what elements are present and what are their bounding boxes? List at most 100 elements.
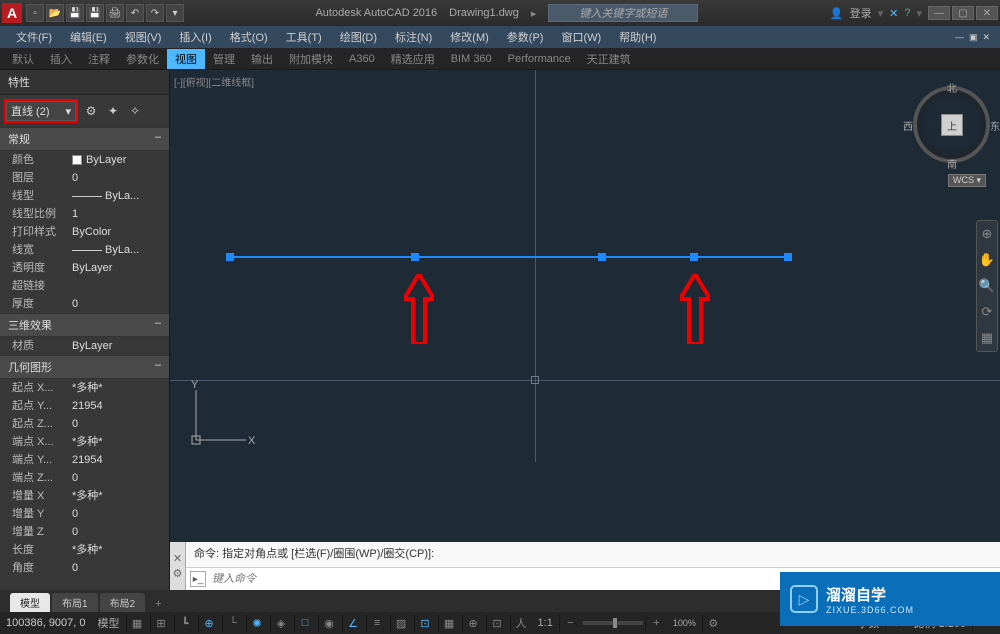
zoom-extents-icon[interactable]: 🔍 bbox=[977, 273, 997, 299]
property-row[interactable]: 增量 Y0 bbox=[0, 505, 169, 523]
ribbon-tab[interactable]: A360 bbox=[341, 51, 383, 67]
command-prompt-icon[interactable]: ▸_ bbox=[190, 571, 206, 587]
inferconstraint-icon[interactable]: ┗ bbox=[174, 614, 196, 632]
property-row[interactable]: 起点 Z...0 bbox=[0, 415, 169, 433]
property-value[interactable]: *多种* bbox=[72, 489, 169, 503]
menu-item[interactable]: 参数(P) bbox=[499, 27, 552, 47]
drawing-canvas[interactable]: [-][俯视][二维线框] X Y bbox=[170, 70, 1000, 590]
property-row[interactable]: 线型比例1 bbox=[0, 205, 169, 223]
property-row[interactable]: 透明度ByLayer bbox=[0, 259, 169, 277]
layout-tab[interactable]: 模型 bbox=[10, 593, 50, 612]
layout-tab[interactable]: 布局2 bbox=[100, 593, 146, 612]
property-value[interactable]: 21954 bbox=[72, 453, 169, 467]
menu-item[interactable]: 插入(I) bbox=[171, 27, 219, 47]
property-row[interactable]: 图层0 bbox=[0, 169, 169, 187]
search-input[interactable]: 键入关键字或短语 bbox=[548, 4, 698, 22]
grip-midpoint[interactable] bbox=[411, 253, 419, 261]
ribbon-tab[interactable]: 管理 bbox=[205, 49, 243, 69]
selected-line[interactable] bbox=[230, 256, 788, 258]
lineweight-icon[interactable]: ≡ bbox=[366, 614, 388, 632]
ribbon-tab[interactable]: 参数化 bbox=[118, 49, 167, 69]
orbit-icon[interactable]: ⟳ bbox=[977, 299, 997, 325]
property-value[interactable]: *多种* bbox=[72, 381, 169, 395]
close-icon[interactable]: ✕ bbox=[173, 552, 182, 565]
qat-new-icon[interactable]: ▫ bbox=[26, 4, 44, 22]
ribbon-tab[interactable]: 视图 bbox=[167, 49, 205, 69]
quickprops-icon[interactable]: ▦ bbox=[438, 614, 460, 632]
ribbon-tab[interactable]: 输出 bbox=[243, 49, 281, 69]
menu-item[interactable]: 工具(T) bbox=[278, 27, 330, 47]
doc-minimize-button[interactable]: — bbox=[953, 32, 966, 43]
grid-icon[interactable]: ▦ bbox=[126, 614, 148, 632]
property-row[interactable]: 打印样式ByColor bbox=[0, 223, 169, 241]
qat-open-icon[interactable]: 📂 bbox=[46, 4, 64, 22]
ortho-icon[interactable]: └ bbox=[222, 614, 244, 632]
section-general[interactable]: 常规– bbox=[0, 127, 169, 151]
ribbon-tab[interactable]: BIM 360 bbox=[443, 51, 500, 67]
ribbon-tab[interactable]: 精选应用 bbox=[383, 49, 443, 69]
qat-saveas-icon[interactable]: 💾 bbox=[86, 4, 104, 22]
settings-icon[interactable]: ⚙ bbox=[173, 567, 183, 580]
menu-item[interactable]: 绘图(D) bbox=[332, 27, 385, 47]
menu-item[interactable]: 视图(V) bbox=[117, 27, 170, 47]
property-row[interactable]: 起点 X...*多种* bbox=[0, 379, 169, 397]
property-value[interactable]: 0 bbox=[72, 471, 169, 485]
property-value[interactable]: 0 bbox=[72, 297, 169, 311]
property-value[interactable] bbox=[72, 279, 169, 293]
property-row[interactable]: 角度0 bbox=[0, 559, 169, 577]
menu-item[interactable]: 窗口(W) bbox=[553, 27, 609, 47]
property-row[interactable]: 材质ByLayer bbox=[0, 337, 169, 355]
command-line-handle[interactable]: ✕⚙ bbox=[170, 542, 186, 590]
property-row[interactable]: 厚度0 bbox=[0, 295, 169, 313]
ribbon-tab[interactable]: Performance bbox=[500, 51, 579, 67]
property-value[interactable]: 0 bbox=[72, 417, 169, 431]
quick-select-icon[interactable]: ⚙ bbox=[82, 102, 100, 120]
isodraft-icon[interactable]: ◈ bbox=[270, 614, 292, 632]
fullnav-wheel-icon[interactable]: ⊕ bbox=[977, 221, 997, 247]
maximize-button[interactable]: ▢ bbox=[952, 6, 974, 20]
property-value[interactable]: *多种* bbox=[72, 543, 169, 557]
qat-plot-icon[interactable]: 🖨 bbox=[106, 4, 124, 22]
qat-undo-icon[interactable]: ↶ bbox=[126, 4, 144, 22]
ribbon-tab[interactable]: 附加模块 bbox=[281, 49, 341, 69]
zoom-slider[interactable] bbox=[583, 621, 643, 625]
space-toggle[interactable]: 模型 bbox=[94, 615, 124, 631]
annomonitor-icon[interactable]: ⊕ bbox=[462, 614, 484, 632]
viewcube[interactable]: 上 北 南 西 东 bbox=[909, 82, 994, 167]
3dosnap-icon[interactable]: ◉ bbox=[318, 614, 340, 632]
property-value[interactable]: ByLa... bbox=[72, 243, 169, 257]
close-button[interactable]: ✕ bbox=[976, 6, 998, 20]
property-value[interactable]: ByLayer bbox=[72, 153, 169, 167]
snapmode-icon[interactable]: ⊞ bbox=[150, 614, 172, 632]
ribbon-tab[interactable]: 插入 bbox=[42, 49, 80, 69]
add-layout-button[interactable]: + bbox=[147, 596, 169, 612]
ribbon-tab[interactable]: 默认 bbox=[4, 49, 42, 69]
property-row[interactable]: 线型ByLa... bbox=[0, 187, 169, 205]
dynamicinput-icon[interactable]: ⊕ bbox=[198, 614, 220, 632]
doc-close-button[interactable]: ✕ bbox=[980, 32, 992, 43]
scale-readout[interactable]: 1:1 bbox=[534, 617, 557, 629]
property-value[interactable]: 1 bbox=[72, 207, 169, 221]
property-value[interactable]: ByColor bbox=[72, 225, 169, 239]
property-row[interactable]: 长度*多种* bbox=[0, 541, 169, 559]
property-row[interactable]: 端点 Z...0 bbox=[0, 469, 169, 487]
viewcube-south[interactable]: 南 bbox=[947, 156, 957, 171]
selectioncycle-icon[interactable]: ⊡ bbox=[414, 614, 436, 632]
zoom-slider-plus[interactable]: + bbox=[645, 614, 667, 632]
menu-item[interactable]: 编辑(E) bbox=[62, 27, 115, 47]
polar-icon[interactable]: ✺ bbox=[246, 614, 268, 632]
property-value[interactable]: 0 bbox=[72, 507, 169, 521]
layout-tab[interactable]: 布局1 bbox=[52, 593, 98, 612]
help-icon[interactable]: ? bbox=[904, 7, 910, 19]
minimize-button[interactable]: — bbox=[928, 6, 950, 20]
property-value[interactable]: ByLayer bbox=[72, 261, 169, 275]
property-row[interactable]: 端点 X...*多种* bbox=[0, 433, 169, 451]
property-row[interactable]: 起点 Y...21954 bbox=[0, 397, 169, 415]
menu-item[interactable]: 标注(N) bbox=[387, 27, 440, 47]
zoom-slider-minus[interactable]: − bbox=[559, 614, 581, 632]
app-logo[interactable]: A bbox=[2, 3, 22, 23]
property-value[interactable]: 0 bbox=[72, 561, 169, 575]
property-value[interactable]: 0 bbox=[72, 525, 169, 539]
grip-midpoint[interactable] bbox=[690, 253, 698, 261]
grip-endpoint[interactable] bbox=[598, 253, 606, 261]
